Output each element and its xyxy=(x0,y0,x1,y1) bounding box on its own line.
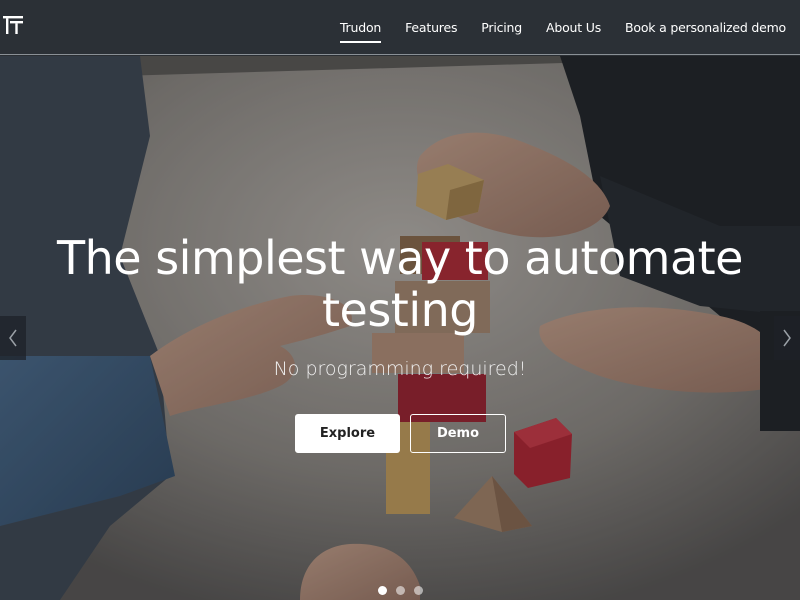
explore-button[interactable]: Explore xyxy=(295,414,400,453)
chevron-right-icon xyxy=(783,329,791,347)
carousel-prev-button[interactable] xyxy=(0,316,26,360)
hero-subtitle: No programming required! xyxy=(273,358,527,380)
nav-links: Trudon Features Pricing About Us Book a … xyxy=(339,0,800,55)
nav-link-trudon[interactable]: Trudon xyxy=(339,16,381,43)
top-navbar: Trudon Features Pricing About Us Book a … xyxy=(0,0,800,55)
hero-title-line1: The simplest way to automate xyxy=(57,231,743,285)
carousel-indicators xyxy=(378,586,423,595)
hero-title-line2: testing xyxy=(322,283,478,337)
nav-link-book-demo[interactable]: Book a personalized demo xyxy=(625,16,786,39)
chevron-left-icon xyxy=(9,329,17,347)
demo-button[interactable]: Demo xyxy=(410,414,506,453)
carousel-dot-1[interactable] xyxy=(378,586,387,595)
trudon-logo-icon[interactable] xyxy=(3,16,23,34)
nav-link-about-us[interactable]: About Us xyxy=(546,16,601,39)
nav-link-pricing[interactable]: Pricing xyxy=(481,16,522,39)
nav-link-features[interactable]: Features xyxy=(405,16,457,39)
carousel-dot-3[interactable] xyxy=(414,586,423,595)
hero-title: The simplest way to automate testing xyxy=(0,232,800,336)
carousel-next-button[interactable] xyxy=(774,316,800,360)
carousel-dot-2[interactable] xyxy=(396,586,405,595)
hero-carousel: The simplest way to automate testing No … xyxy=(0,56,800,600)
